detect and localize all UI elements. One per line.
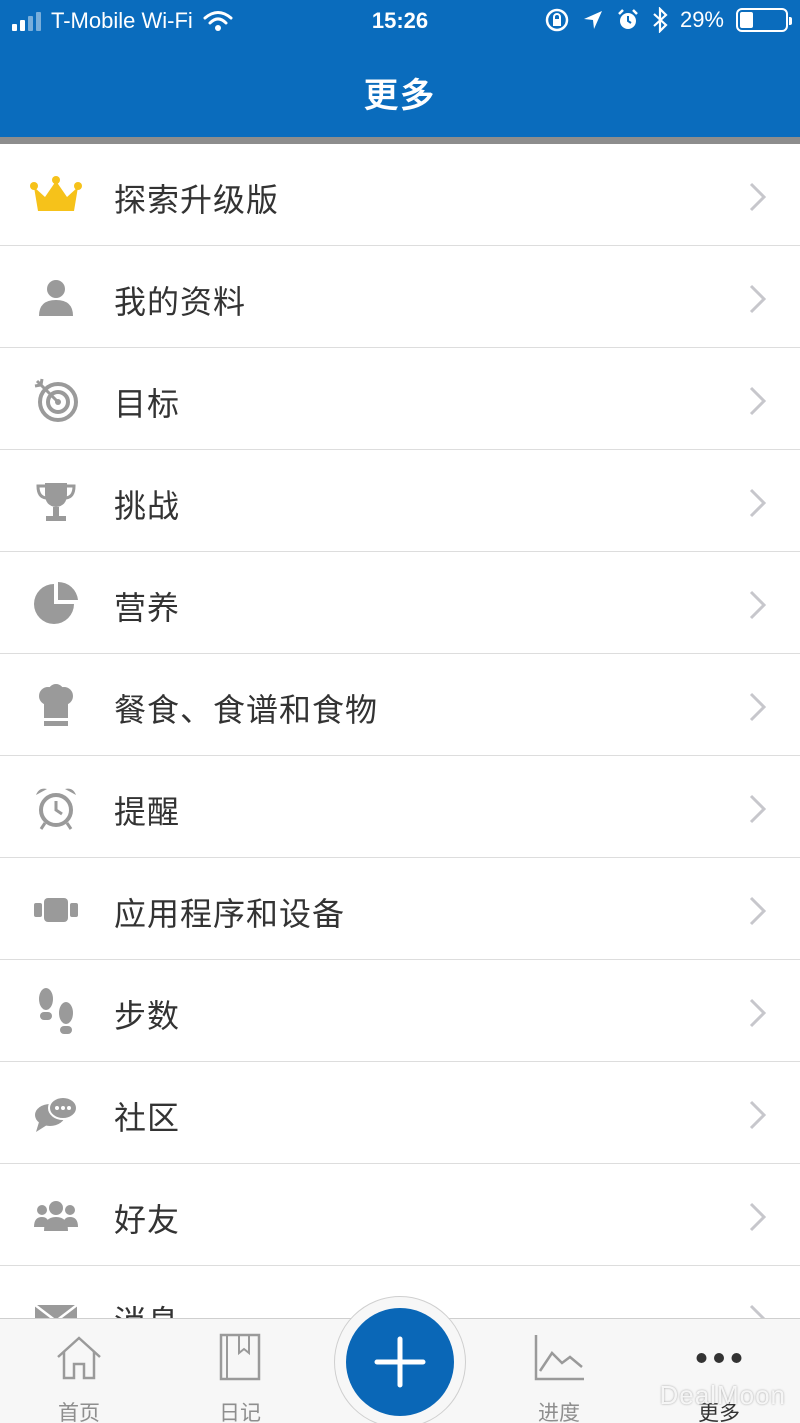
footprints-icon — [28, 984, 84, 1040]
header: T-Mobile Wi-Fi 15:26 29% 更多 — [0, 0, 800, 137]
status-right: 29% — [544, 7, 792, 33]
location-arrow-icon — [583, 11, 602, 29]
menu-item-challenges[interactable]: 挑战 — [0, 450, 800, 552]
menu-item-label: 餐食、食谱和食物 — [114, 691, 379, 729]
tab-label: 进度 — [538, 1401, 580, 1423]
chevron-right-icon — [749, 590, 767, 620]
menu-item-nutrition[interactable]: 营养 — [0, 552, 800, 654]
friends-icon — [28, 1188, 84, 1244]
tab-progress[interactable]: 进度 — [499, 1319, 619, 1423]
menu-item-label: 应用程序和设备 — [114, 895, 346, 933]
tab-label: 首页 — [58, 1401, 100, 1423]
chevron-right-icon — [749, 386, 767, 416]
chevron-right-icon — [749, 794, 767, 824]
more-menu-list: 探索升级版 我的资料 目标 挑战 营养 餐食、食谱和食物 提醒 应用程序和设备 … — [0, 144, 800, 1368]
add-button[interactable] — [346, 1308, 454, 1416]
battery-icon — [736, 8, 792, 32]
pie-chart-icon — [28, 576, 84, 632]
menu-item-label: 目标 — [114, 385, 181, 423]
chevron-right-icon — [749, 284, 767, 314]
menu-item-goals[interactable]: 目标 — [0, 348, 800, 450]
tab-diary[interactable]: 日记 — [180, 1319, 300, 1423]
tab-label: 日记 — [219, 1401, 261, 1423]
target-icon — [28, 372, 84, 428]
menu-item-label: 好友 — [114, 1201, 181, 1239]
chevron-right-icon — [749, 1100, 767, 1130]
status-bar: T-Mobile Wi-Fi 15:26 29% — [0, 0, 800, 44]
menu-item-label: 步数 — [114, 997, 181, 1035]
alarm-status-icon — [618, 9, 638, 29]
menu-item-label: 探索升级版 — [114, 181, 280, 219]
menu-item-label: 提醒 — [114, 793, 181, 831]
menu-item-profile[interactable]: 我的资料 — [0, 246, 800, 348]
progress-chart-icon — [534, 1335, 584, 1381]
page-title: 更多 — [364, 76, 436, 116]
menu-item-label: 挑战 — [114, 487, 181, 525]
chevron-right-icon — [749, 692, 767, 722]
menu-item-meals[interactable]: 餐食、食谱和食物 — [0, 654, 800, 756]
alarm-clock-icon — [28, 780, 84, 836]
wearable-icon — [28, 882, 84, 938]
trophy-icon — [28, 474, 84, 530]
diary-icon — [219, 1333, 261, 1381]
chevron-right-icon — [749, 998, 767, 1028]
person-icon — [28, 270, 84, 326]
menu-item-community[interactable]: 社区 — [0, 1062, 800, 1164]
chevron-right-icon — [749, 896, 767, 926]
tab-home[interactable]: 首页 — [19, 1319, 139, 1423]
menu-item-reminders[interactable]: 提醒 — [0, 756, 800, 858]
battery-percent: 29% — [679, 7, 724, 32]
menu-item-label: 社区 — [114, 1099, 181, 1137]
chevron-right-icon — [749, 1202, 767, 1232]
bluetooth-icon — [653, 7, 668, 33]
chevron-right-icon — [749, 488, 767, 518]
plus-icon — [374, 1336, 426, 1388]
crown-icon — [28, 168, 84, 224]
menu-item-steps[interactable]: 步数 — [0, 960, 800, 1062]
watermark-logo: DealMoon — [659, 1380, 786, 1410]
chat-bubbles-icon — [28, 1086, 84, 1142]
menu-item-upgrade[interactable]: 探索升级版 — [0, 144, 800, 246]
more-dots-icon — [696, 1353, 742, 1363]
menu-item-label: 营养 — [114, 589, 181, 627]
chef-hat-icon — [28, 678, 84, 734]
menu-item-apps-devices[interactable]: 应用程序和设备 — [0, 858, 800, 960]
chevron-right-icon — [749, 182, 767, 212]
rotation-lock-icon — [545, 8, 569, 32]
menu-item-label: 我的资料 — [114, 283, 247, 321]
header-divider — [0, 137, 800, 144]
menu-item-friends[interactable]: 好友 — [0, 1164, 800, 1266]
home-icon — [57, 1336, 101, 1380]
